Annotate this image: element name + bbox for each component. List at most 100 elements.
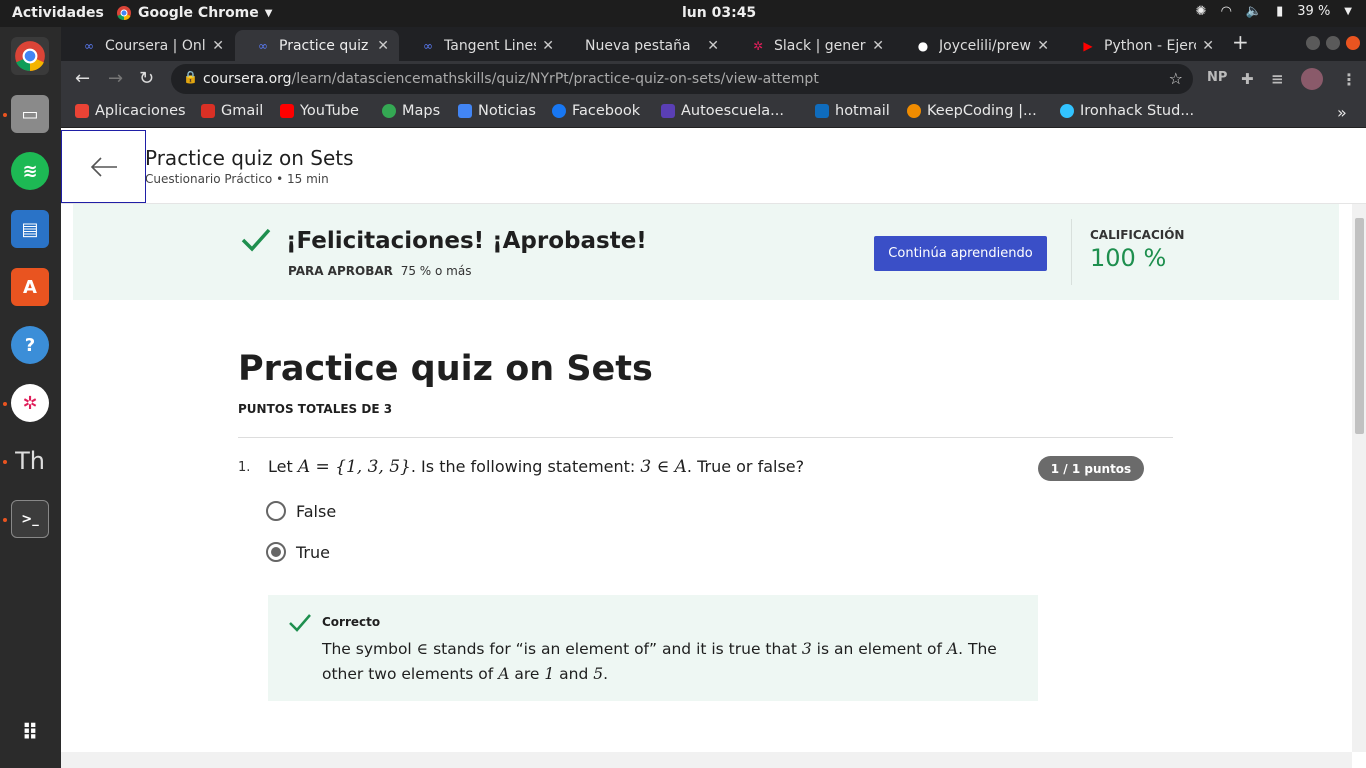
back-arrow-icon[interactable]: ← [75, 68, 90, 89]
back-button[interactable] [61, 130, 146, 203]
bookmark-apps[interactable]: Aplicaciones [75, 103, 186, 119]
bookmark-gmail[interactable]: Gmail [201, 103, 263, 119]
question-text-part: Let [268, 457, 293, 476]
bookmark-label: Facebook [572, 103, 641, 119]
bookmark-ironhack[interactable]: Ironhack Stud... [1060, 103, 1194, 119]
score-badge: 1 / 1 puntos [1038, 456, 1144, 481]
forward-arrow-icon[interactable]: → [108, 68, 123, 89]
tab-slack[interactable]: ✲ Slack | general ✕ [730, 30, 894, 61]
kebab-menu-icon[interactable]: ⋮ [1341, 70, 1357, 89]
feedback-title: Correcto [322, 615, 381, 629]
tab-title: Slack | general [774, 37, 866, 54]
feedback-box: Correcto The symbol ∈ stands for “is an … [268, 595, 1038, 701]
check-icon [241, 228, 271, 252]
divider [1071, 219, 1072, 285]
bookmark-keepcoding[interactable]: KeepCoding |... [907, 103, 1037, 119]
files-launcher[interactable]: ▭ [11, 95, 49, 133]
tab-title: Joycelili/prewo [939, 37, 1032, 54]
result-banner: ¡Felicitaciones! ¡Aprobaste! PARA APROBA… [73, 204, 1339, 300]
math-symbol: ∈ [416, 640, 429, 658]
slack-icon: ✲ [752, 38, 764, 53]
bookmark-maps[interactable]: Maps [382, 103, 440, 119]
tab-coursera[interactable]: ∞ Coursera | Onl ✕ [61, 30, 234, 61]
math-symbol: 3 [801, 640, 812, 658]
avatar[interactable] [1301, 68, 1323, 90]
chrome-launcher[interactable] [11, 37, 49, 75]
help-launcher[interactable]: ? [11, 326, 49, 364]
bookmark-hotmail[interactable]: hotmail [815, 103, 890, 119]
browser-toolbar: ← → ↻ 🔒 coursera.org /learn/datasciencem… [61, 61, 1366, 97]
activities-button[interactable]: Actividades [12, 5, 104, 21]
bookmark-autoescuela[interactable]: Autoescuela... [661, 103, 784, 119]
close-icon[interactable]: ✕ [707, 38, 719, 54]
chevron-down-icon: ▼ [1344, 6, 1352, 17]
star-icon[interactable]: ☆ [1169, 69, 1183, 88]
media-queue-icon[interactable]: ≡ [1271, 70, 1284, 88]
tab-title: Tangent Lines [444, 37, 537, 54]
option-false[interactable]: False [266, 501, 336, 521]
extension-np[interactable]: NP [1207, 70, 1227, 85]
bookmark-label: Ironhack Stud... [1080, 103, 1195, 119]
spotify-launcher[interactable]: ≋ [11, 152, 49, 190]
chrome-icon [117, 6, 131, 21]
typora-launcher[interactable]: Th [11, 442, 49, 480]
terminal-launcher[interactable]: >_ [11, 500, 49, 538]
system-top-bar: Actividades Google Chrome ▼ lun 03:45 ✺ … [0, 0, 1366, 27]
minimize-button[interactable] [1306, 36, 1320, 50]
feedback-text: The symbol ∈ stands for “is an element o… [322, 637, 1022, 687]
system-tray[interactable]: ✺ ◠ 🔈 ▮ 39 % ▼ [1196, 4, 1352, 19]
tab-github[interactable]: ● Joycelili/prewo ✕ [895, 30, 1059, 61]
reload-icon[interactable]: ↻ [139, 68, 154, 89]
tab-title: Practice quiz o [279, 37, 372, 54]
continue-learning-button[interactable]: Continúa aprendiendo [874, 236, 1047, 271]
software-center-launcher[interactable]: A [11, 268, 49, 306]
facebook-icon [552, 104, 566, 118]
page-subtitle: Cuestionario Práctico • 15 min [145, 172, 329, 186]
bookmarks-bar: Aplicaciones Gmail YouTube Maps Noticias… [61, 97, 1366, 128]
close-icon[interactable]: ✕ [1202, 38, 1214, 54]
show-apps-button[interactable]: ⠿ [11, 714, 49, 752]
new-tab-button[interactable]: + [1232, 30, 1249, 54]
horizontal-scrollbar[interactable] [61, 752, 1352, 768]
close-icon[interactable]: ✕ [377, 38, 389, 54]
clock[interactable]: lun 03:45 [682, 5, 756, 21]
option-true[interactable]: True [266, 542, 330, 562]
pass-label: PARA APROBAR [288, 264, 393, 278]
bookmark-facebook[interactable]: Facebook [552, 103, 640, 119]
puzzle-icon[interactable]: ✚ [1241, 70, 1254, 88]
close-icon[interactable]: ✕ [872, 38, 884, 54]
tab-tangent-lines[interactable]: ∞ Tangent Lines ✕ [400, 30, 564, 61]
close-icon[interactable]: ✕ [542, 38, 554, 54]
congrats-message: ¡Felicitaciones! ¡Aprobaste! [286, 228, 647, 254]
maximize-button[interactable] [1326, 36, 1340, 50]
tab-practice-quiz[interactable]: ∞ Practice quiz o ✕ [235, 30, 399, 61]
running-indicator [3, 113, 7, 117]
app-menu[interactable]: Google Chrome ▼ [116, 5, 272, 21]
feedback-part: stands for “is an element of” and it is … [433, 640, 797, 658]
radio-button[interactable] [266, 501, 286, 521]
tab-new-tab[interactable]: Nueva pestaña ✕ [565, 30, 729, 61]
close-icon[interactable]: ✕ [212, 38, 224, 54]
bookmark-youtube[interactable]: YouTube [280, 103, 359, 119]
close-window-button[interactable] [1346, 36, 1360, 50]
bookmark-label: YouTube [300, 103, 359, 119]
slack-launcher[interactable]: ✲ [11, 384, 49, 422]
math-symbol: A [946, 640, 959, 658]
document-viewer-launcher[interactable]: ▤ [11, 210, 49, 248]
tab-youtube[interactable]: ▶ Python - Ejerci ✕ [1060, 30, 1224, 61]
bookmark-label: hotmail [835, 103, 890, 119]
feedback-part: The symbol [322, 640, 412, 658]
divider [238, 437, 1173, 438]
bookmark-noticias[interactable]: Noticias [458, 103, 536, 119]
radio-button[interactable] [266, 542, 286, 562]
vertical-scrollbar[interactable] [1352, 204, 1366, 752]
bookmark-label: Maps [402, 103, 441, 119]
tab-title: Nueva pestaña [585, 37, 691, 54]
option-label: True [296, 542, 330, 562]
address-bar[interactable]: 🔒 coursera.org /learn/datasciencemathski… [171, 64, 1193, 94]
bookmarks-overflow-icon[interactable]: » [1337, 103, 1347, 122]
accessibility-icon[interactable]: ✺ [1196, 4, 1207, 19]
close-icon[interactable]: ✕ [1037, 38, 1049, 54]
bookmark-label: KeepCoding |... [927, 103, 1037, 119]
scrollbar-thumb[interactable] [1355, 218, 1364, 434]
